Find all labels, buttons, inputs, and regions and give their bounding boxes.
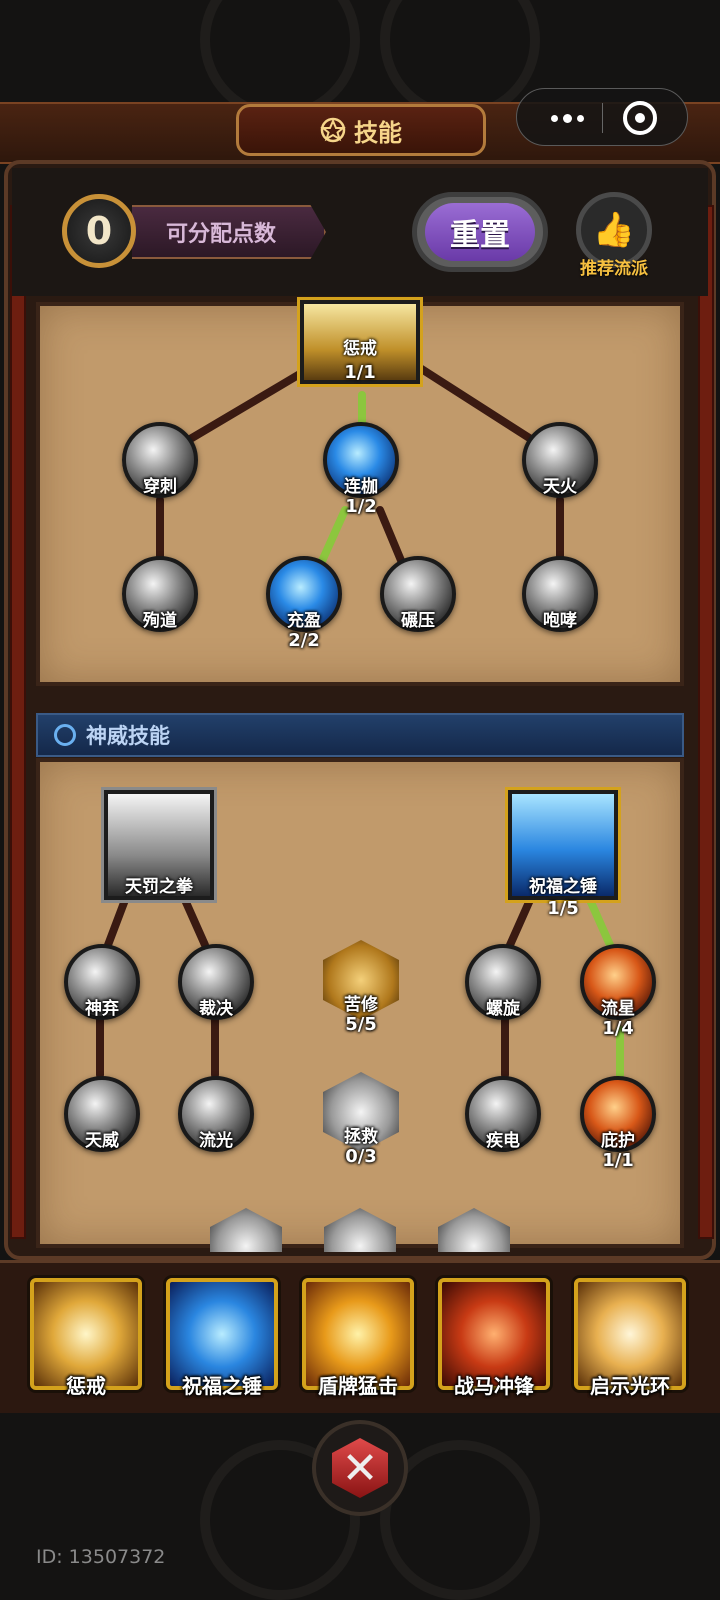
skill-node-chuanci[interactable]: 穿刺	[122, 422, 198, 498]
section-title: 神威技能	[86, 724, 170, 748]
skill-name: 流光	[199, 1131, 233, 1151]
skill-level: 0/3	[345, 1146, 377, 1167]
slot-label: 祝福之锤	[182, 1374, 262, 1398]
points-counter: 0	[62, 194, 136, 268]
left-rail	[10, 205, 26, 1239]
skill-name: 殉道	[143, 611, 177, 631]
skill-name: 连枷	[344, 477, 378, 497]
skill-level: 1/2	[345, 496, 377, 517]
reset-label: 重置	[450, 218, 510, 253]
skill-node-bihu[interactable]: 庇护 1/1	[580, 1076, 656, 1171]
skill-name: 苦修	[344, 995, 378, 1015]
skill-name: 裁决	[199, 999, 233, 1019]
skill-name: 螺旋	[486, 999, 520, 1019]
equipped-slot-1[interactable]: 惩戒	[30, 1278, 142, 1398]
spiral-icon	[54, 724, 76, 746]
skill-node-chengjie[interactable]: 惩戒 1/1	[300, 300, 420, 384]
recommend-build-button[interactable]: 👍 推荐流派	[570, 192, 658, 280]
skill-node-zhengjiu[interactable]: 拯救 0/3	[323, 1072, 399, 1167]
right-rail	[698, 205, 714, 1239]
skill-node-partial[interactable]	[210, 1208, 282, 1252]
more-dots-icon[interactable]	[535, 101, 599, 135]
pentagram-icon	[320, 117, 346, 143]
skill-icon	[324, 1208, 396, 1252]
skill-icon	[438, 1208, 510, 1252]
skill-node-paoxiao[interactable]: 咆哮	[522, 556, 598, 632]
skill-node-chongying[interactable]: 充盈 2/2	[266, 556, 342, 651]
equipped-slot-5[interactable]: 启示光环	[574, 1278, 686, 1398]
skill-name: 天罚之拳	[125, 877, 193, 897]
skill-node-kuxiu[interactable]: 苦修 5/5	[323, 940, 399, 1035]
capsule-divider	[602, 103, 603, 133]
skill-level: 1/4	[602, 1018, 634, 1039]
skill-name: 疾电	[486, 1131, 520, 1151]
skill-node-luoxuan[interactable]: 螺旋	[465, 944, 541, 1020]
skill-name: 庇护	[601, 1131, 635, 1151]
skill-node-partial[interactable]	[324, 1208, 396, 1252]
skill-level: 5/5	[345, 1014, 377, 1035]
skill-node-liuxing[interactable]: 流星 1/4	[580, 944, 656, 1039]
crossed-swords-icon: ✕	[332, 1438, 388, 1498]
skill-name: 天火	[543, 477, 577, 497]
skill-level: 1/1	[602, 1150, 634, 1171]
skill-icon	[210, 1208, 282, 1252]
skill-node-nianya[interactable]: 碾压	[380, 556, 456, 632]
skill-name: 惩戒	[343, 339, 377, 359]
target-icon[interactable]	[623, 101, 657, 135]
page-title: 技能	[354, 118, 402, 147]
equipped-slot-4[interactable]: 战马冲锋	[438, 1278, 550, 1398]
section-header: 神威技能	[36, 713, 684, 757]
points-value: 0	[85, 209, 113, 253]
battle-button[interactable]: ✕	[312, 1420, 408, 1516]
points-label: 可分配点数	[166, 222, 277, 247]
user-id: ID: 13507372	[36, 1546, 166, 1568]
slot-label: 启示光环	[590, 1374, 670, 1398]
skill-level: 2/2	[288, 630, 320, 651]
skill-level: 1/5	[547, 898, 579, 919]
slot-label: 盾牌猛击	[318, 1374, 398, 1398]
skill-node-tianhuo[interactable]: 天火	[522, 422, 598, 498]
skill-name: 流星	[601, 999, 635, 1019]
recommend-label: 推荐流派	[580, 259, 648, 279]
skill-level: 1/1	[344, 362, 376, 383]
skill-node-liuguang[interactable]: 流光	[178, 1076, 254, 1152]
skill-name: 神弃	[85, 999, 119, 1019]
skill-node-shenqi[interactable]: 神弃	[64, 944, 140, 1020]
equipped-slot-2[interactable]: 祝福之锤	[166, 1278, 278, 1398]
skill-node-caijue[interactable]: 裁决	[178, 944, 254, 1020]
skill-name: 碾压	[401, 611, 435, 631]
skill-name: 拯救	[344, 1127, 378, 1147]
skill-node-lianjia[interactable]: 连枷 1/2	[323, 422, 399, 517]
skill-node-xundao[interactable]: 殉道	[122, 556, 198, 632]
skill-name: 穿刺	[143, 477, 177, 497]
skill-node-jidian[interactable]: 疾电	[465, 1076, 541, 1152]
skill-node-partial[interactable]	[438, 1208, 510, 1252]
miniprogram-capsule	[516, 88, 688, 146]
equipped-slot-3[interactable]: 盾牌猛击	[302, 1278, 414, 1398]
reset-button[interactable]: 重置	[412, 192, 548, 272]
slot-label: 惩戒	[66, 1374, 106, 1398]
skill-name: 充盈	[287, 611, 321, 631]
title-plate: 技能	[236, 104, 486, 156]
points-label-plate: 可分配点数	[132, 205, 326, 259]
skill-node-zhufu[interactable]: 祝福之锤 1/5	[508, 790, 618, 919]
skill-node-tianwei[interactable]: 天威	[64, 1076, 140, 1152]
slot-label: 战马冲锋	[454, 1374, 534, 1398]
skill-name: 天威	[85, 1131, 119, 1151]
skill-node-tianfa[interactable]: 天罚之拳	[104, 790, 214, 900]
skill-name: 祝福之锤	[529, 877, 597, 897]
skill-name: 咆哮	[543, 611, 577, 631]
